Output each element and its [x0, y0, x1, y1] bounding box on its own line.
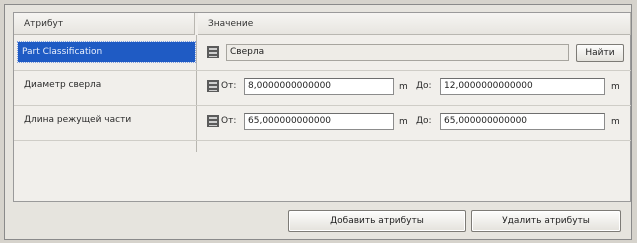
attribute-row-drill-diameter[interactable]: Диаметр сверла: [24, 76, 101, 94]
database-icon: [207, 46, 219, 58]
column-divider: [196, 35, 197, 152]
database-icon: [207, 80, 219, 92]
unit-label: m: [399, 117, 408, 127]
row-divider: [14, 140, 631, 141]
add-attributes-button[interactable]: Добавить атрибуты: [288, 210, 466, 232]
cutting-length-from-input[interactable]: 65,000000000000: [244, 113, 394, 130]
attribute-row-cutting-length[interactable]: Длина режущей части: [24, 111, 131, 129]
from-label: От:: [221, 81, 237, 91]
attribute-row-part-classification[interactable]: Part Classification: [17, 41, 196, 63]
attributes-table: Атрибут Значение Part Classification Све…: [13, 12, 631, 202]
database-icon: [207, 115, 219, 127]
remove-attributes-button[interactable]: Удалить атрибуты: [471, 210, 621, 232]
column-header-attribute[interactable]: Атрибут: [14, 13, 195, 35]
find-button[interactable]: Найти: [576, 44, 624, 62]
to-label: До:: [416, 81, 432, 91]
attribute-search-dialog: Атрибут Значение Part Classification Све…: [4, 4, 632, 240]
row-divider: [14, 70, 631, 71]
diameter-to-input[interactable]: 12,0000000000000: [440, 78, 605, 95]
to-label: До:: [416, 116, 432, 126]
from-label: От:: [221, 116, 237, 126]
row-divider: [14, 105, 631, 106]
part-classification-field[interactable]: Сверла: [226, 44, 569, 61]
unit-label: m: [611, 82, 620, 92]
column-header-value[interactable]: Значение: [198, 13, 631, 35]
cutting-length-to-input[interactable]: 65,000000000000: [440, 113, 605, 130]
attribute-label: Part Classification: [22, 47, 103, 57]
unit-label: m: [611, 117, 620, 127]
diameter-from-input[interactable]: 8,0000000000000: [244, 78, 394, 95]
unit-label: m: [399, 82, 408, 92]
